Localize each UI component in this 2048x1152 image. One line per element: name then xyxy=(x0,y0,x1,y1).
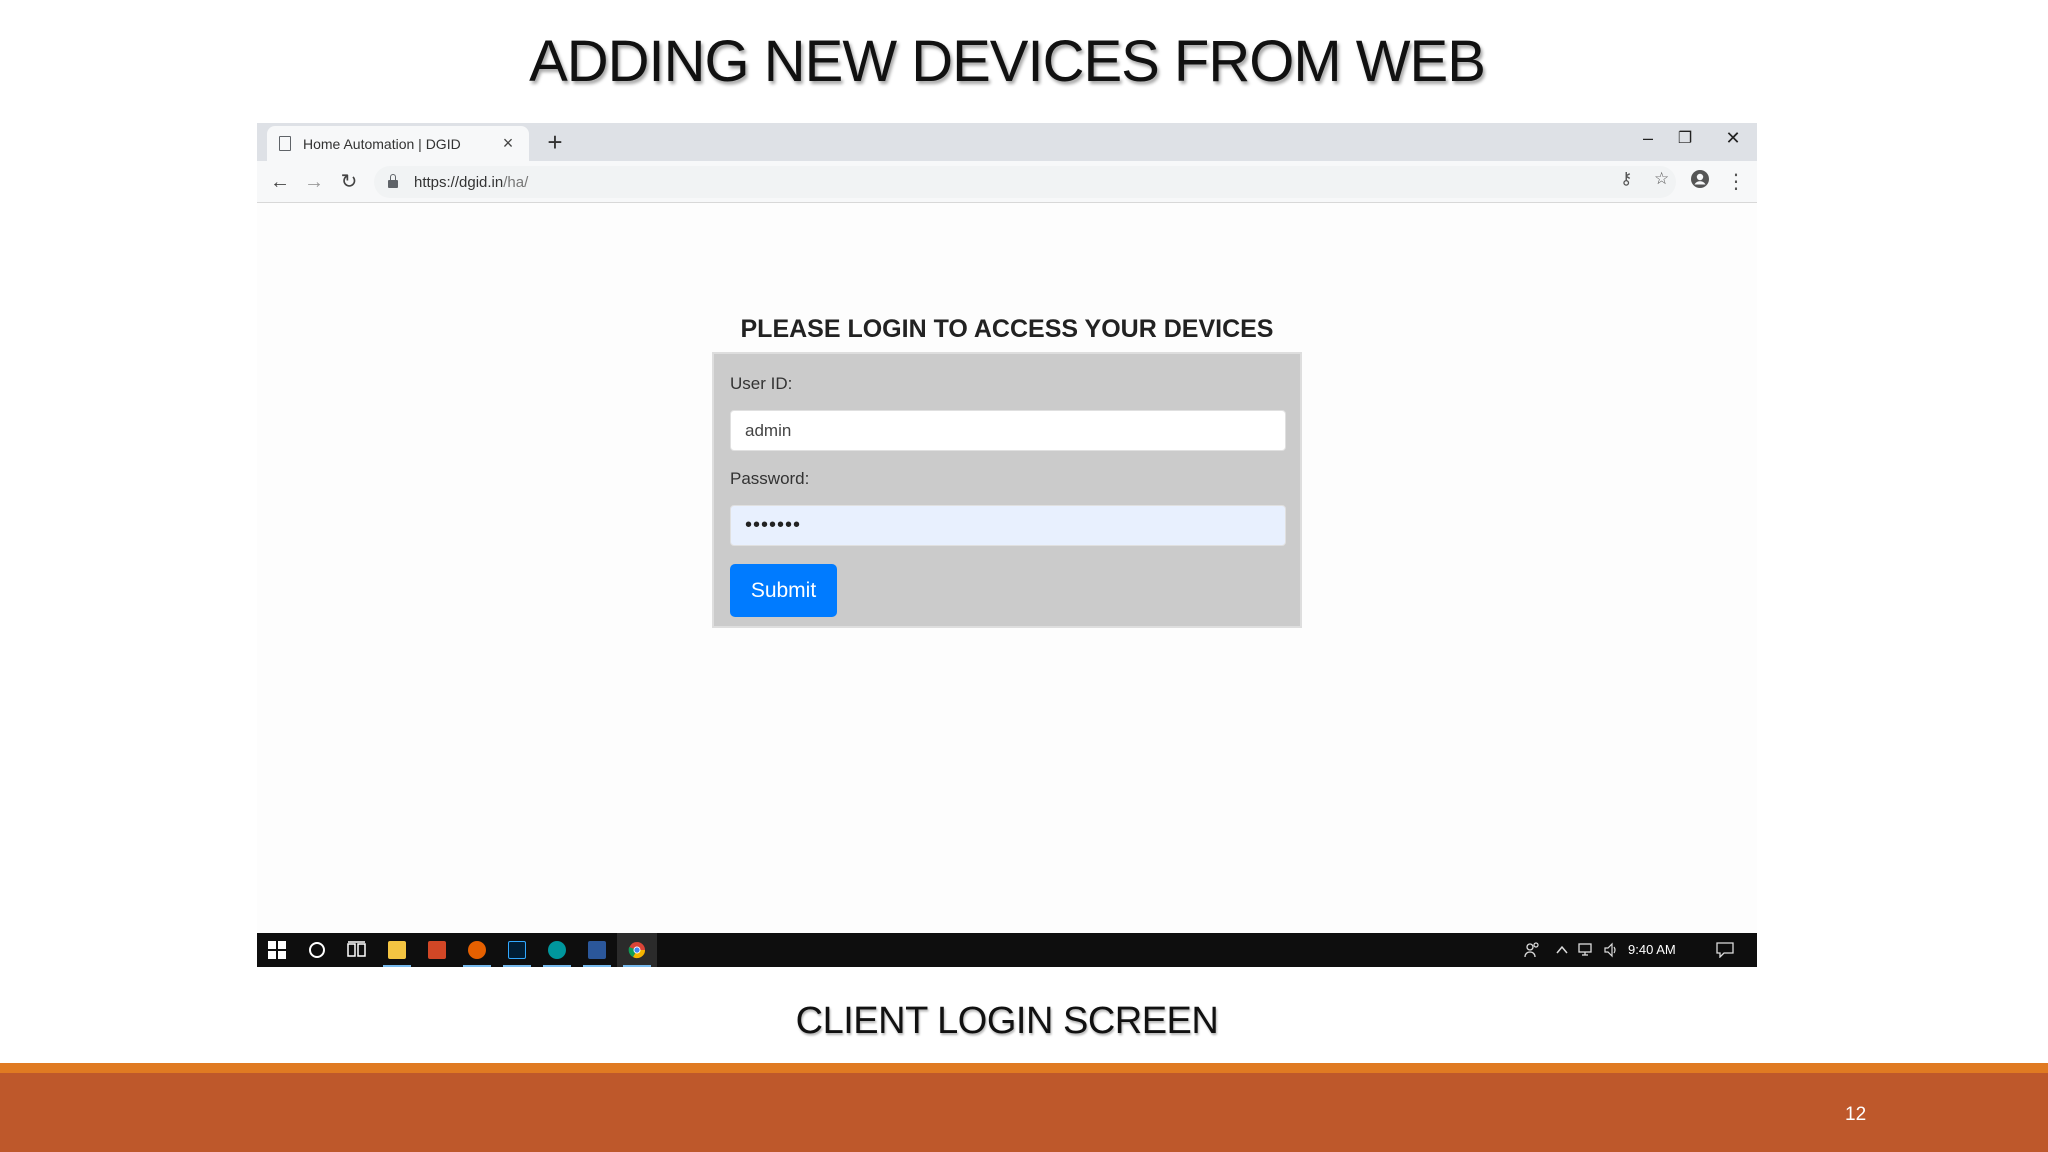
menu-icon[interactable]: ⋮ xyxy=(1723,169,1749,194)
browser-toolbar: ← → ↻ https://dgid.in/ha/ ⚷ ☆ ⋮ xyxy=(257,161,1757,203)
tab-title: Home Automation | DGID xyxy=(303,135,461,152)
powerpoint-icon[interactable] xyxy=(417,933,457,967)
chevron-up-icon[interactable] xyxy=(1551,933,1573,967)
login-heading: PLEASE LOGIN TO ACCESS YOUR DEVICES xyxy=(740,315,1274,343)
password-input[interactable]: ••••••• xyxy=(730,505,1286,546)
footer-accent-line xyxy=(0,1063,2048,1073)
profile-icon[interactable] xyxy=(1687,169,1713,195)
taskbar-clock[interactable]: 9:40 AM xyxy=(1628,933,1676,967)
close-window-button[interactable]: ✕ xyxy=(1713,128,1753,154)
windows-taskbar: 9:40 AM xyxy=(257,933,1757,967)
submit-button[interactable]: Submit xyxy=(730,564,837,617)
new-tab-button[interactable]: + xyxy=(541,127,569,158)
page-icon xyxy=(279,136,291,151)
forward-button[interactable]: → xyxy=(301,169,327,195)
user-id-label: User ID: xyxy=(730,374,793,393)
task-view-icon[interactable] xyxy=(337,933,377,967)
user-id-input[interactable]: admin xyxy=(730,410,1286,451)
login-form: User ID: admin Password: ••••••• Submit xyxy=(712,352,1302,628)
back-button[interactable]: ← xyxy=(267,169,293,195)
start-icon[interactable] xyxy=(257,933,297,967)
password-label: Password: xyxy=(730,469,810,488)
bookmark-star-icon[interactable]: ☆ xyxy=(1654,169,1669,189)
minimize-button[interactable]: – xyxy=(1628,128,1668,154)
key-icon[interactable]: ⚷ xyxy=(1620,169,1632,189)
url-host: https://dgid.in xyxy=(414,173,504,191)
browser-tab[interactable]: Home Automation | DGID × xyxy=(267,126,529,161)
slide-title: ADDING NEW DEVICES FROM WEB xyxy=(529,29,1486,94)
url-path: /ha/ xyxy=(503,173,529,191)
address-bar[interactable]: https://dgid.in/ha/ ⚷ ☆ xyxy=(374,166,1676,198)
page-content: PLEASE LOGIN TO ACCESS YOUR DEVICES User… xyxy=(257,203,1757,857)
notifications-icon[interactable] xyxy=(1709,933,1741,967)
search-icon[interactable] xyxy=(297,933,337,967)
slide-caption: CLIENT LOGIN SCREEN xyxy=(795,1000,1219,1042)
volume-icon[interactable] xyxy=(1599,933,1623,967)
chrome-icon[interactable] xyxy=(617,933,657,967)
restore-button[interactable]: ❐ xyxy=(1665,128,1705,154)
arduino-icon[interactable] xyxy=(537,933,577,967)
tab-close-icon[interactable]: × xyxy=(499,133,517,154)
footer-bar xyxy=(0,1073,2048,1152)
file-explorer-icon[interactable] xyxy=(377,933,417,967)
browser-screenshot: Home Automation | DGID × + – ❐ ✕ ← → ↻ h… xyxy=(257,123,1757,967)
people-icon[interactable] xyxy=(1519,933,1545,967)
lock-icon xyxy=(388,174,398,188)
network-icon[interactable] xyxy=(1575,933,1599,967)
firefox-icon[interactable] xyxy=(457,933,497,967)
tab-strip: Home Automation | DGID × + – ❐ ✕ xyxy=(257,123,1757,161)
page-number: 12 xyxy=(1845,1104,1867,1125)
photoshop-icon[interactable] xyxy=(497,933,537,967)
word-icon[interactable] xyxy=(577,933,617,967)
reload-button[interactable]: ↻ xyxy=(336,169,362,195)
url-text: https://dgid.in/ha/ xyxy=(414,174,528,191)
